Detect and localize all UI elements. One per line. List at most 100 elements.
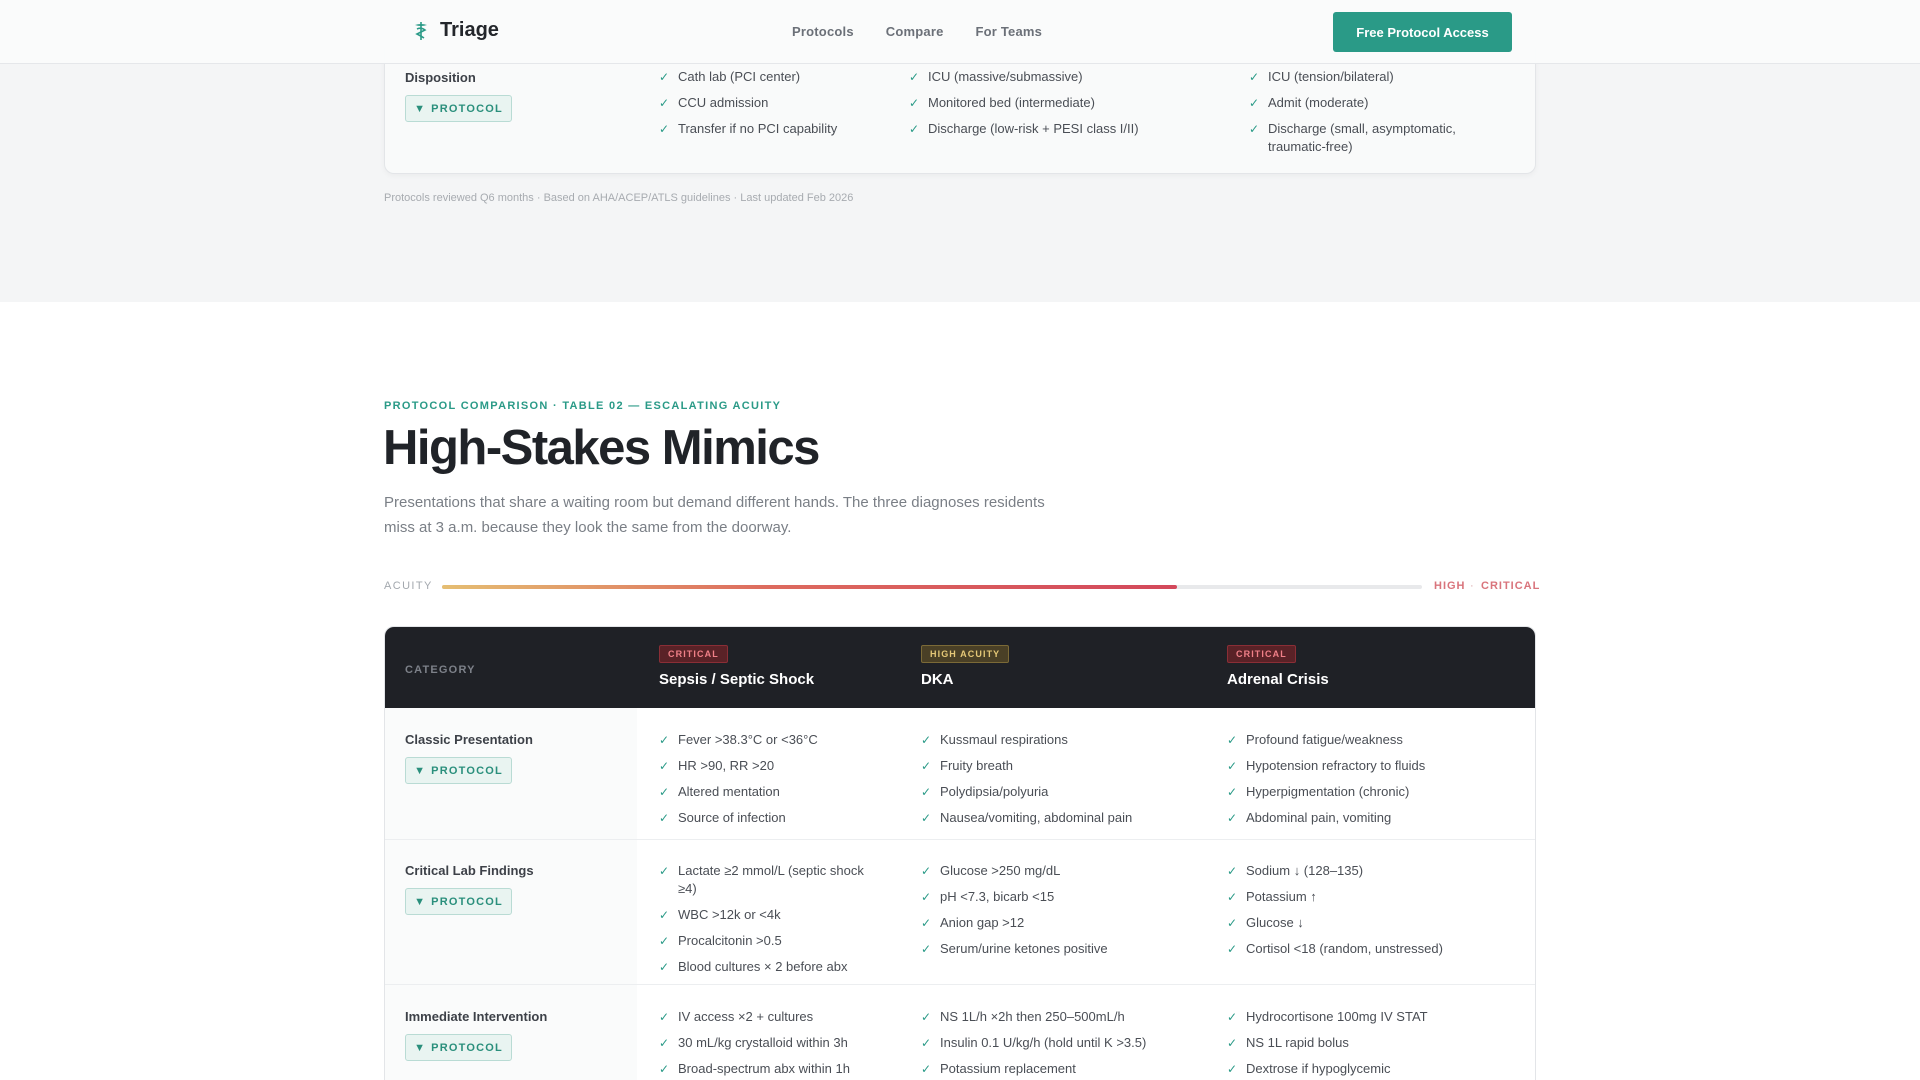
brand-logo[interactable]: Triage	[412, 19, 499, 42]
nav-compare[interactable]: Compare	[886, 24, 944, 39]
list-item-text: WBC >12k or <4k	[678, 907, 781, 922]
caret-down-icon: ▼	[414, 1041, 427, 1054]
check-icon: ✓	[921, 1036, 932, 1050]
nav-for-teams[interactable]: For Teams	[976, 24, 1043, 39]
acuity-high-label: HIGH	[1434, 580, 1466, 592]
list-item-text: Potassium replacement	[940, 1061, 1076, 1076]
list-item-text: Polydipsia/polyuria	[940, 784, 1049, 799]
check-icon: ✓	[921, 759, 932, 773]
check-icon: ✓	[659, 934, 670, 948]
list-item: ✓ Dextrose if hypoglycemic	[1227, 1060, 1507, 1078]
check-icon: ✓	[921, 864, 932, 878]
list-item-text: Glucose >250 mg/dL	[940, 863, 1061, 878]
list-item-text: IV access ×2 + cultures	[678, 1009, 814, 1024]
list-item-text: Hypotension refractory to fluids	[1246, 758, 1426, 773]
protocol-toggle-button[interactable]: ▼ PROTOCOL	[405, 95, 512, 122]
list-item-text: ICU (tension/bilateral)	[1268, 69, 1394, 84]
previous-table-card: Disposition ▼ PROTOCOL ✓ Cath lab (PCI cen…	[384, 48, 1536, 174]
check-icon: ✓	[1249, 122, 1260, 136]
list-item: ✓ CCU admission	[659, 94, 889, 112]
free-protocol-access-button[interactable]: Free Protocol Access	[1333, 12, 1512, 52]
check-icon: ✓	[659, 759, 670, 773]
list-item-text: Procalcitonin >0.5	[678, 933, 782, 948]
check-icon: ✓	[921, 811, 932, 825]
protocol-toggle-button[interactable]: ▼ PROTOCOL	[405, 1034, 512, 1061]
caduceus-icon	[415, 21, 427, 40]
list-item-text: NS 1L/h ×2h then 250–500mL/h	[940, 1009, 1125, 1024]
column-1: ✓ IV access ×2 + cultures ✓ 30 mL/kg crysta…	[659, 1008, 879, 1080]
list-item: ✓ Monitored bed (intermediate)	[909, 94, 1209, 112]
list-item: ✓ Transfer if no PCI capability	[659, 120, 889, 138]
check-icon: ✓	[659, 733, 670, 747]
list-item: ✓ Cortisol <18 (random, unstressed)	[1227, 940, 1507, 958]
list-item: ✓ Procalcitonin >0.5	[659, 932, 879, 950]
list-item: ✓ Anion gap >12	[921, 914, 1201, 932]
check-icon: ✓	[659, 1062, 670, 1076]
column-title: Sepsis / Septic Shock	[659, 671, 815, 688]
column-2: ✓ NS 1L/h ×2h then 250–500mL/h ✓ Insulin 0.…	[921, 1008, 1201, 1080]
list-item-text: Glucose ↓	[1246, 915, 1304, 930]
row-category: Immediate Intervention	[405, 1009, 548, 1024]
column-title: Adrenal Crisis	[1227, 671, 1329, 688]
check-icon: ✓	[921, 733, 932, 747]
acuity-badge: CRITICAL	[1227, 645, 1296, 663]
list-item: ✓ Fever >38.3°C or <36°C	[659, 731, 879, 749]
column-header-adrenal-crisis: CRITICAL Adrenal Crisis	[1227, 644, 1329, 688]
list-item-text: Serum/urine ketones positive	[940, 941, 1108, 956]
check-icon: ✓	[921, 942, 932, 956]
check-icon: ✓	[1227, 864, 1238, 878]
acuity-label: ACUITY	[384, 580, 433, 592]
comparison-table: CATEGORY CRITICAL Sepsis / Septic Shock …	[384, 626, 1536, 1080]
list-item: ✓ Insulin 0.1 U/kg/h (hold until K >3.5)	[921, 1034, 1201, 1052]
column-title: DKA	[921, 671, 954, 688]
column-1: ✓ Fever >38.3°C or <36°C ✓ HR >90, RR >20 ✓ A…	[659, 731, 879, 835]
list-item: ✓ Blood cultures × 2 before abx	[659, 958, 879, 976]
section-title: High-Stakes Mimics	[383, 421, 820, 475]
list-item-text: Sodium ↓ (128–135)	[1246, 863, 1364, 878]
list-item: ✓ ICU (tension/bilateral)	[1249, 68, 1489, 86]
list-item-text: Source of infection	[678, 810, 786, 825]
list-item-text: Altered mentation	[678, 784, 780, 799]
list-item: ✓ Discharge (low-risk + PESI class I/II)	[909, 120, 1209, 138]
list-item: ✓ Lactate ≥2 mmol/L (septic shock ≥4)	[659, 862, 879, 898]
list-item-text: Anion gap >12	[940, 915, 1025, 930]
column-3: ✓ Sodium ↓ (128–135) ✓ Potassium ↑ ✓ Glucose …	[1227, 862, 1507, 966]
column-2: ✓ ICU (massive/submassive) ✓ Monitored bed …	[909, 68, 1209, 146]
check-icon: ✓	[921, 890, 932, 904]
column-3: ✓ Profound fatigue/weakness ✓ Hypotension r…	[1227, 731, 1507, 835]
check-icon: ✓	[1227, 759, 1238, 773]
check-icon: ✓	[1227, 1010, 1238, 1024]
list-item-text: Broad-spectrum abx within 1h	[678, 1061, 850, 1076]
list-item: ✓ Serum/urine ketones positive	[921, 940, 1201, 958]
caret-down-icon: ▼	[414, 102, 427, 115]
list-item: ✓ 30 mL/kg crystalloid within 3h	[659, 1034, 879, 1052]
protocol-toggle-button[interactable]: ▼ PROTOCOL	[405, 888, 512, 915]
row-category: Critical Lab Findings	[405, 863, 534, 878]
check-icon: ✓	[1227, 811, 1238, 825]
list-item: ✓ ICU (massive/submassive)	[909, 68, 1209, 86]
column-2: ✓ Glucose >250 mg/dL ✓ pH <7.3, bicarb <15 ✓…	[921, 862, 1201, 966]
list-item-text: Cortisol <18 (random, unstressed)	[1246, 941, 1443, 956]
list-item-text: Blood cultures × 2 before abx	[678, 959, 848, 974]
list-item-text: Kussmaul respirations	[940, 732, 1068, 747]
brand-name: Triage	[440, 19, 499, 41]
list-item: ✓ Glucose ↓	[1227, 914, 1507, 932]
check-icon: ✓	[909, 70, 920, 84]
column-header-dka: HIGH ACUITY DKA	[921, 644, 1010, 688]
list-item-text: ICU (massive/submassive)	[928, 69, 1083, 84]
list-item-text: NS 1L rapid bolus	[1246, 1035, 1349, 1050]
nav-protocols[interactable]: Protocols	[792, 24, 854, 39]
list-item-text: Lactate ≥2 mmol/L (septic shock ≥4)	[678, 863, 864, 896]
row-divider	[385, 984, 1535, 985]
list-item: ✓ pH <7.3, bicarb <15	[921, 888, 1201, 906]
row-divider	[385, 839, 1535, 840]
check-icon: ✓	[659, 960, 670, 974]
list-item-text: Hydrocortisone 100mg IV STAT	[1246, 1009, 1428, 1024]
section-lead: Presentations that share a waiting room …	[384, 494, 1045, 536]
list-item: ✓ Fruity breath	[921, 757, 1201, 775]
list-item-text: Admit (moderate)	[1268, 95, 1369, 110]
list-item-text: Potassium ↑	[1246, 889, 1317, 904]
caret-down-icon: ▼	[414, 895, 427, 908]
list-item: ✓ NS 1L rapid bolus	[1227, 1034, 1507, 1052]
protocol-toggle-button[interactable]: ▼ PROTOCOL	[405, 757, 512, 784]
